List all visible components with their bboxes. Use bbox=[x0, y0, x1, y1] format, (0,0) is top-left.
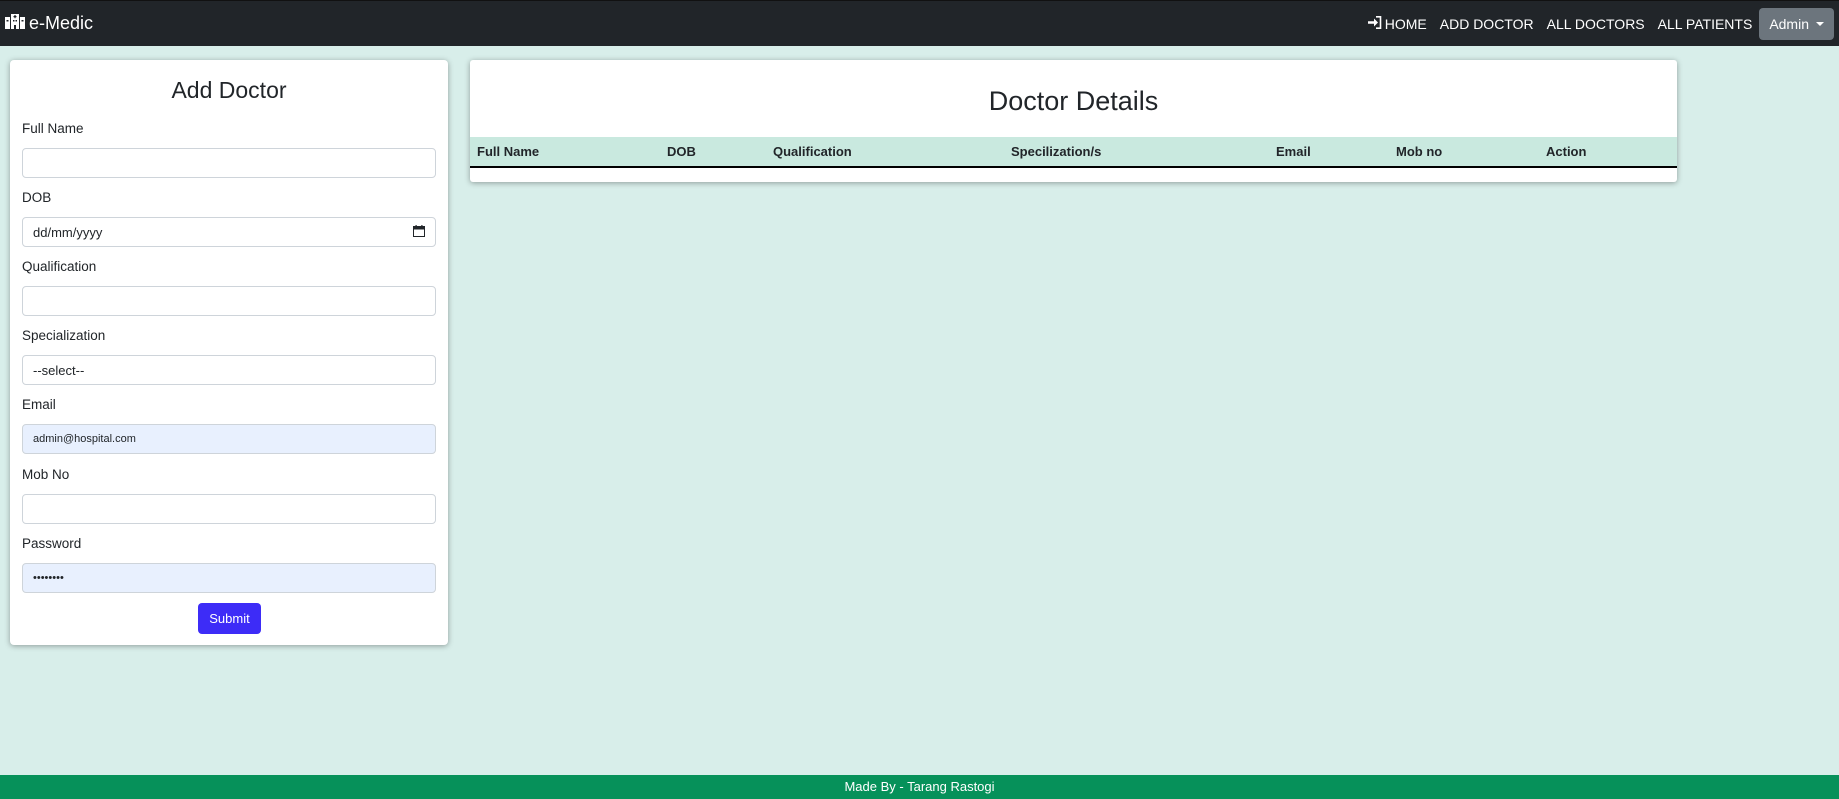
column-header-mob-no[interactable]: Mob no bbox=[1396, 137, 1442, 166]
calendar-icon[interactable] bbox=[413, 224, 425, 240]
nav-links: HOME ADD DOCTOR ALL DOCTORS ALL PATIENTS… bbox=[1355, 7, 1834, 40]
qualification-label: Qualification bbox=[22, 259, 97, 274]
caret-down-icon bbox=[1816, 21, 1824, 26]
admin-label: Admin bbox=[1769, 15, 1809, 32]
dob-input[interactable]: dd/mm/yyyy bbox=[22, 217, 436, 247]
sign-in-icon bbox=[1367, 15, 1385, 32]
password-group: Password •••••••• bbox=[22, 535, 436, 593]
nav-all-doctors[interactable]: ALL DOCTORS bbox=[1547, 16, 1645, 32]
dob-group: DOB dd/mm/yyyy bbox=[22, 189, 436, 247]
column-header-email[interactable]: Email bbox=[1276, 137, 1311, 166]
nav-all-patients[interactable]: ALL PATIENTS bbox=[1658, 16, 1753, 32]
full-name-label: Full Name bbox=[22, 121, 84, 136]
brand-name: e-Medic bbox=[29, 13, 94, 33]
table-header-row: Full Name DOB Qualification Specilizatio… bbox=[470, 137, 1677, 168]
doctor-details-card: Doctor Details Full Name DOB Qualificati… bbox=[470, 60, 1677, 182]
column-header-full-name[interactable]: Full Name bbox=[477, 137, 539, 166]
specialization-group: Specialization --select-- bbox=[22, 327, 436, 385]
column-header-dob[interactable]: DOB bbox=[667, 137, 696, 166]
qualification-group: Qualification bbox=[22, 258, 436, 316]
full-name-group: Full Name bbox=[22, 120, 436, 178]
password-input[interactable]: •••••••• bbox=[22, 563, 436, 593]
password-label: Password bbox=[22, 536, 82, 551]
specialization-select[interactable]: --select-- bbox=[22, 355, 436, 385]
dob-value: dd/mm/yyyy bbox=[33, 224, 103, 240]
mob-no-group: Mob No bbox=[22, 466, 436, 524]
submit-button[interactable]: Submit bbox=[198, 603, 261, 634]
nav-add-doctor[interactable]: ADD DOCTOR bbox=[1440, 16, 1534, 32]
full-name-input[interactable] bbox=[22, 148, 436, 178]
add-doctor-form: Add Doctor Full Name DOB dd/mm/yyyy Qual… bbox=[10, 60, 448, 645]
column-header-action[interactable]: Action bbox=[1546, 137, 1586, 166]
mob-no-input[interactable] bbox=[22, 494, 436, 524]
dob-label: DOB bbox=[22, 190, 52, 205]
brand[interactable]: e-Medic bbox=[5, 13, 93, 34]
email-group: Email admin@hospital.com bbox=[22, 396, 436, 454]
specialization-label: Specialization bbox=[22, 328, 106, 343]
table-title: Doctor Details bbox=[988, 86, 1159, 116]
qualification-input[interactable] bbox=[22, 286, 436, 316]
admin-dropdown-button[interactable]: Admin bbox=[1759, 7, 1834, 40]
email-label: Email bbox=[22, 397, 56, 412]
nav-home[interactable]: HOME bbox=[1367, 15, 1427, 32]
column-header-qualification[interactable]: Qualification bbox=[773, 137, 852, 166]
form-title: Add Doctor bbox=[171, 77, 287, 103]
navbar: e-Medic HOME ADD DOCTOR ALL DOCTORS ALL … bbox=[0, 0, 1839, 46]
email-input[interactable]: admin@hospital.com bbox=[22, 424, 436, 454]
nav-home-label: HOME bbox=[1384, 15, 1427, 32]
column-header-specialization[interactable]: Specilization/s bbox=[1011, 137, 1101, 166]
footer: Made By - Tarang Rastogi bbox=[0, 775, 1839, 799]
mob-no-label: Mob No bbox=[22, 467, 70, 482]
hospital-icon bbox=[5, 13, 29, 34]
